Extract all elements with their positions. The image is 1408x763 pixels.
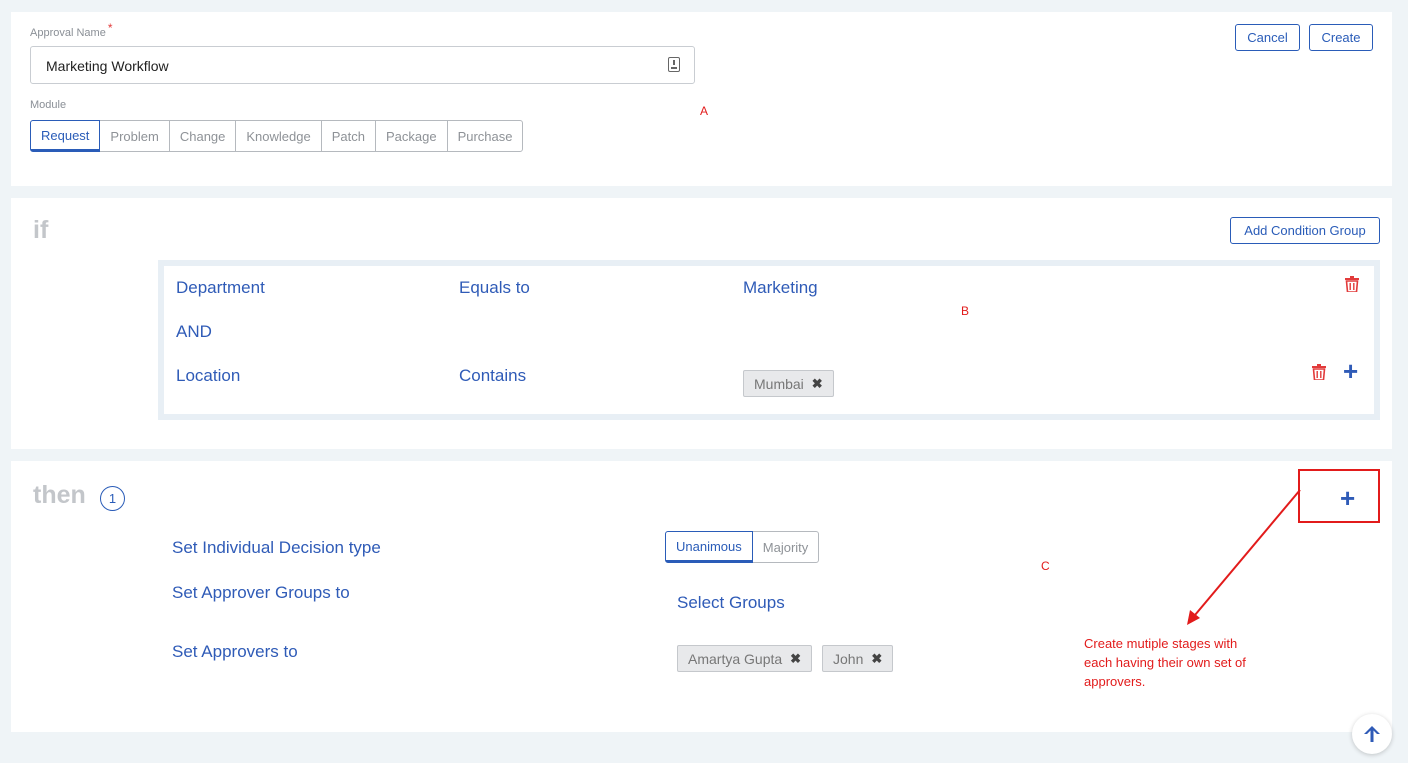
module-tab-patch[interactable]: Patch (320, 120, 376, 152)
cancel-button[interactable]: Cancel (1235, 24, 1300, 51)
approval-name-label: Approval Name * (30, 21, 113, 39)
if-keyword: if (33, 216, 49, 244)
annotation-note: Create mutiple stages with each having t… (1084, 634, 1246, 691)
annotation-c: C (1041, 559, 1050, 573)
approver-chip: John ✖ (822, 645, 894, 672)
stage-number-badge: 1 (100, 486, 125, 511)
decision-option-majority[interactable]: Majority (751, 531, 820, 563)
add-condition-group-button[interactable]: Add Condition Group (1230, 217, 1380, 244)
scroll-to-top-button[interactable] (1352, 714, 1392, 754)
annotation-b: B (961, 304, 970, 318)
module-tab-request[interactable]: Request (30, 120, 101, 152)
then-actions-card: then 1 Set Individual Decision type Unan… (11, 461, 1392, 732)
remove-chip-icon[interactable]: ✖ (790, 651, 801, 667)
add-condition-icon[interactable]: + (1343, 358, 1358, 384)
module-tab-purchase[interactable]: Purchase (446, 120, 524, 152)
if-conditions-card: if Add Condition Group Department Equals… (11, 198, 1392, 449)
condition-field[interactable]: Department (176, 278, 265, 298)
location-chip: Mumbai ✖ (743, 370, 834, 397)
remove-chip-icon[interactable]: ✖ (812, 376, 823, 392)
approval-name-value: Marketing Workflow (46, 58, 169, 74)
select-groups-dropdown[interactable]: Select Groups (677, 593, 785, 613)
arrow-up-icon (1364, 726, 1380, 742)
annotation-note-line: Create mutiple stages with (1084, 636, 1238, 651)
annotation-note-line: approvers. (1084, 674, 1146, 689)
approval-form-card: Approval Name * Marketing Workflow Module… (11, 12, 1392, 186)
approval-name-input[interactable]: Marketing Workflow (30, 46, 695, 84)
module-selector: Request Problem Change Knowledge Patch P… (30, 120, 524, 152)
annotation-note-line: each having their own set of (1084, 655, 1246, 670)
module-tab-problem[interactable]: Problem (99, 120, 170, 152)
decision-type-selector: Unanimous Majority (665, 531, 820, 563)
contact-card-icon[interactable] (668, 57, 680, 72)
then-keyword: then (33, 481, 86, 509)
approvers-label: Set Approvers to (172, 642, 298, 661)
condition-field[interactable]: Location (176, 366, 240, 386)
condition-joiner[interactable]: AND (176, 322, 212, 342)
approver-chip: Amartya Gupta ✖ (677, 645, 813, 672)
module-tab-package[interactable]: Package (374, 120, 448, 152)
decision-type-label: Set Individual Decision type (172, 538, 381, 557)
decision-option-unanimous[interactable]: Unanimous (665, 531, 753, 563)
delete-condition-icon[interactable] (1312, 364, 1326, 380)
create-button[interactable]: Create (1309, 24, 1373, 51)
module-tab-knowledge[interactable]: Knowledge (235, 120, 322, 152)
remove-chip-icon[interactable]: ✖ (871, 651, 882, 667)
chip-label: Amartya Gupta (688, 650, 783, 667)
delete-condition-icon[interactable] (1345, 276, 1359, 292)
module-tab-change[interactable]: Change (168, 120, 237, 152)
required-mark: * (107, 21, 113, 35)
annotation-a: A (700, 104, 709, 118)
chip-label: Mumbai (754, 375, 804, 392)
condition-operator[interactable]: Equals to (459, 278, 530, 298)
module-label: Module (30, 99, 67, 111)
chip-label: John (833, 650, 864, 667)
condition-operator[interactable]: Contains (459, 366, 526, 386)
annotation-highlight-box (1298, 469, 1380, 523)
condition-value[interactable]: Marketing (743, 278, 818, 298)
condition-group: Department Equals to Marketing AND Locat… (158, 260, 1380, 420)
approver-groups-label: Set Approver Groups to (172, 583, 350, 602)
